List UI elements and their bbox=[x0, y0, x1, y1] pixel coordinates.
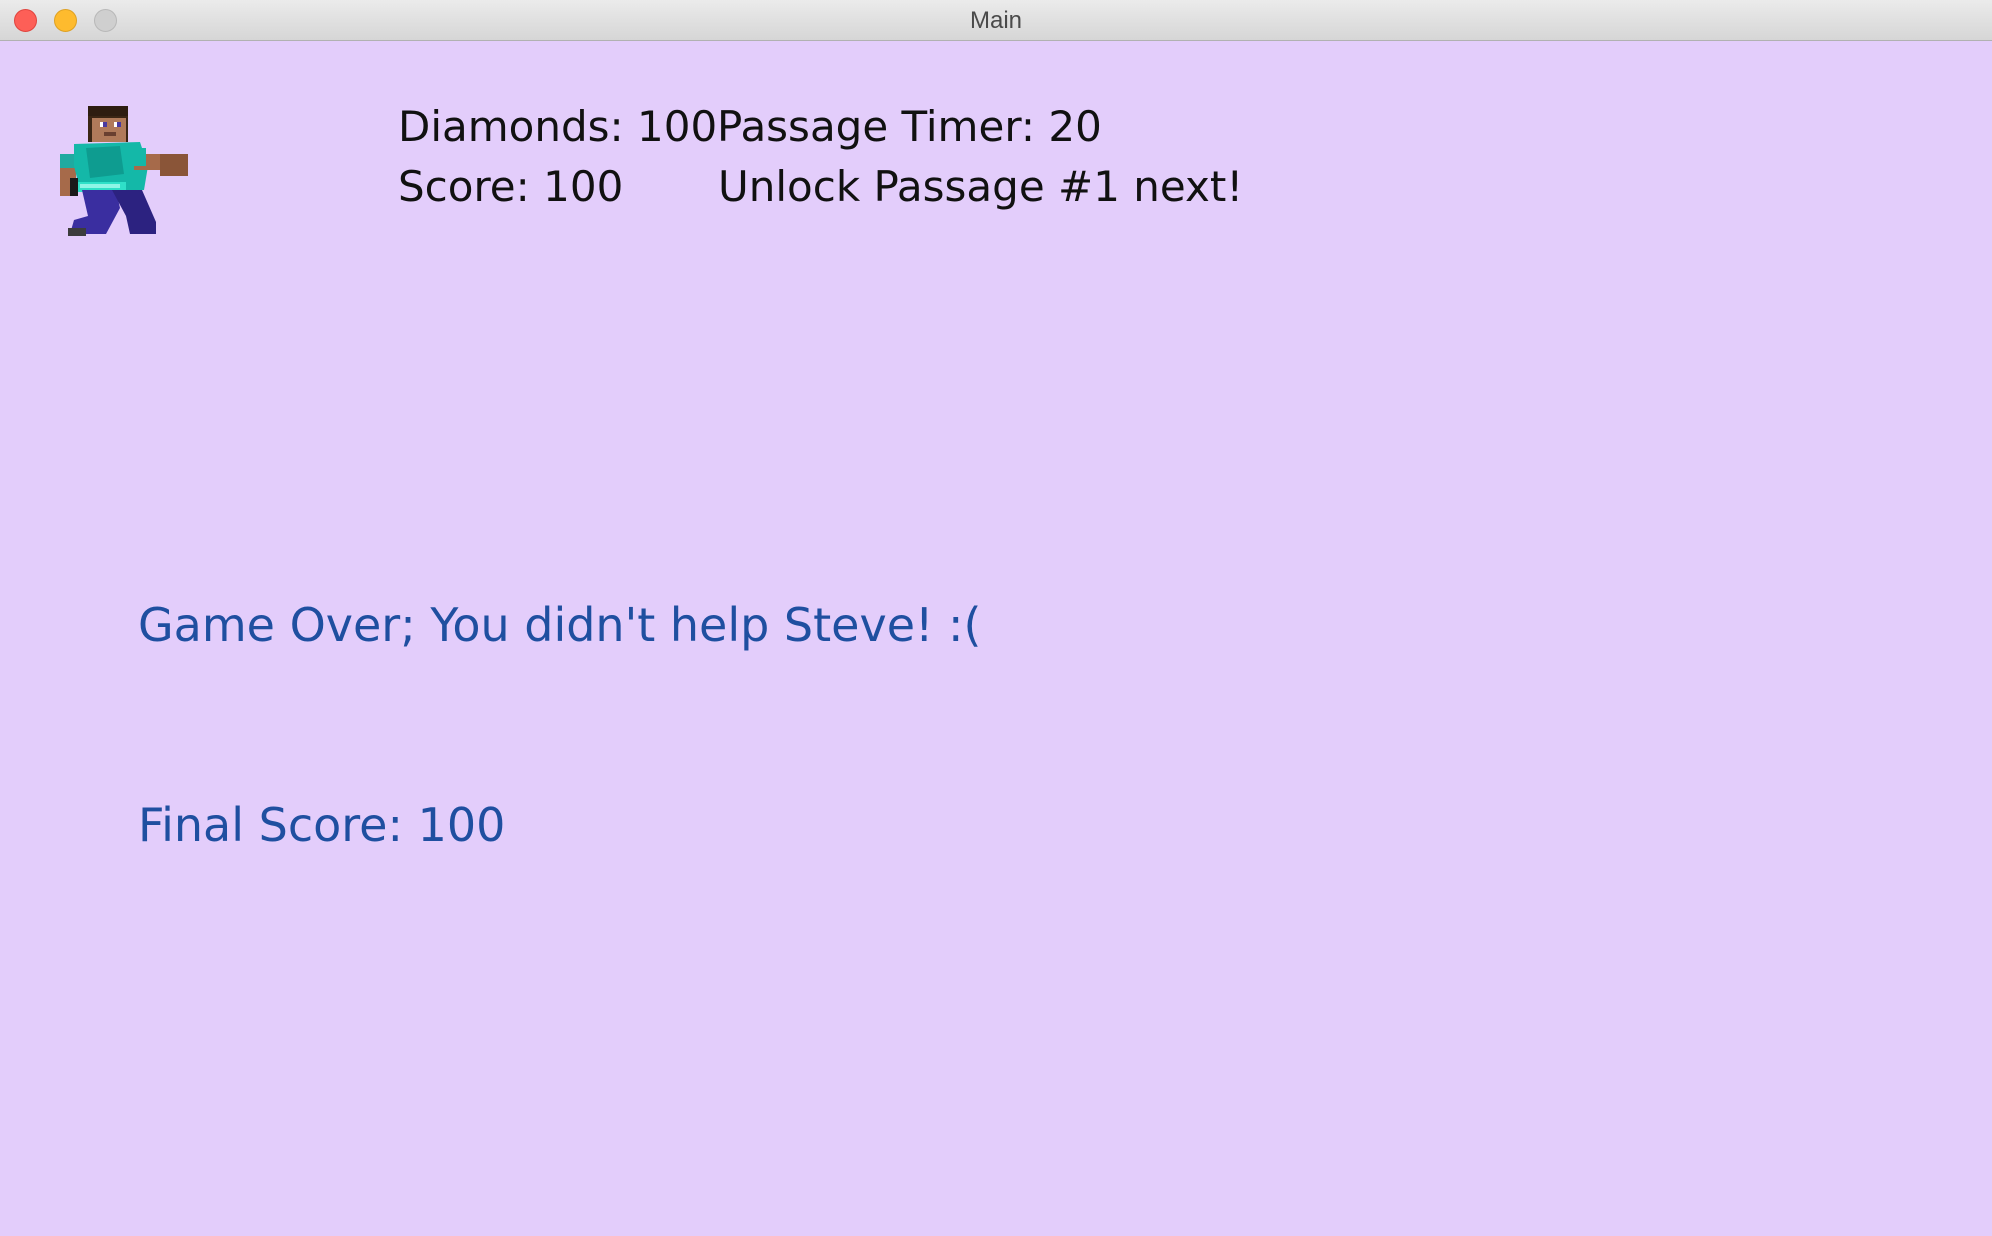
window-title: Main bbox=[969, 7, 1023, 34]
game-over-message: Game Over; You didn't help Steve! :( bbox=[138, 598, 982, 652]
title-bar[interactable]: Main bbox=[0, 0, 1992, 41]
diamonds-counter: Diamonds: 100 bbox=[398, 102, 718, 151]
final-score-label: Final Score: 100 bbox=[138, 798, 506, 852]
next-goal-label: Unlock Passage #1 next! bbox=[718, 162, 1244, 211]
passage-timer: Passage Timer: 20 bbox=[717, 102, 1102, 151]
steve-character-icon bbox=[60, 106, 188, 236]
game-window: Main Diamonds: 100 Passage Timer: 20 Sco… bbox=[0, 0, 1992, 1236]
score-counter: Score: 100 bbox=[398, 162, 624, 211]
